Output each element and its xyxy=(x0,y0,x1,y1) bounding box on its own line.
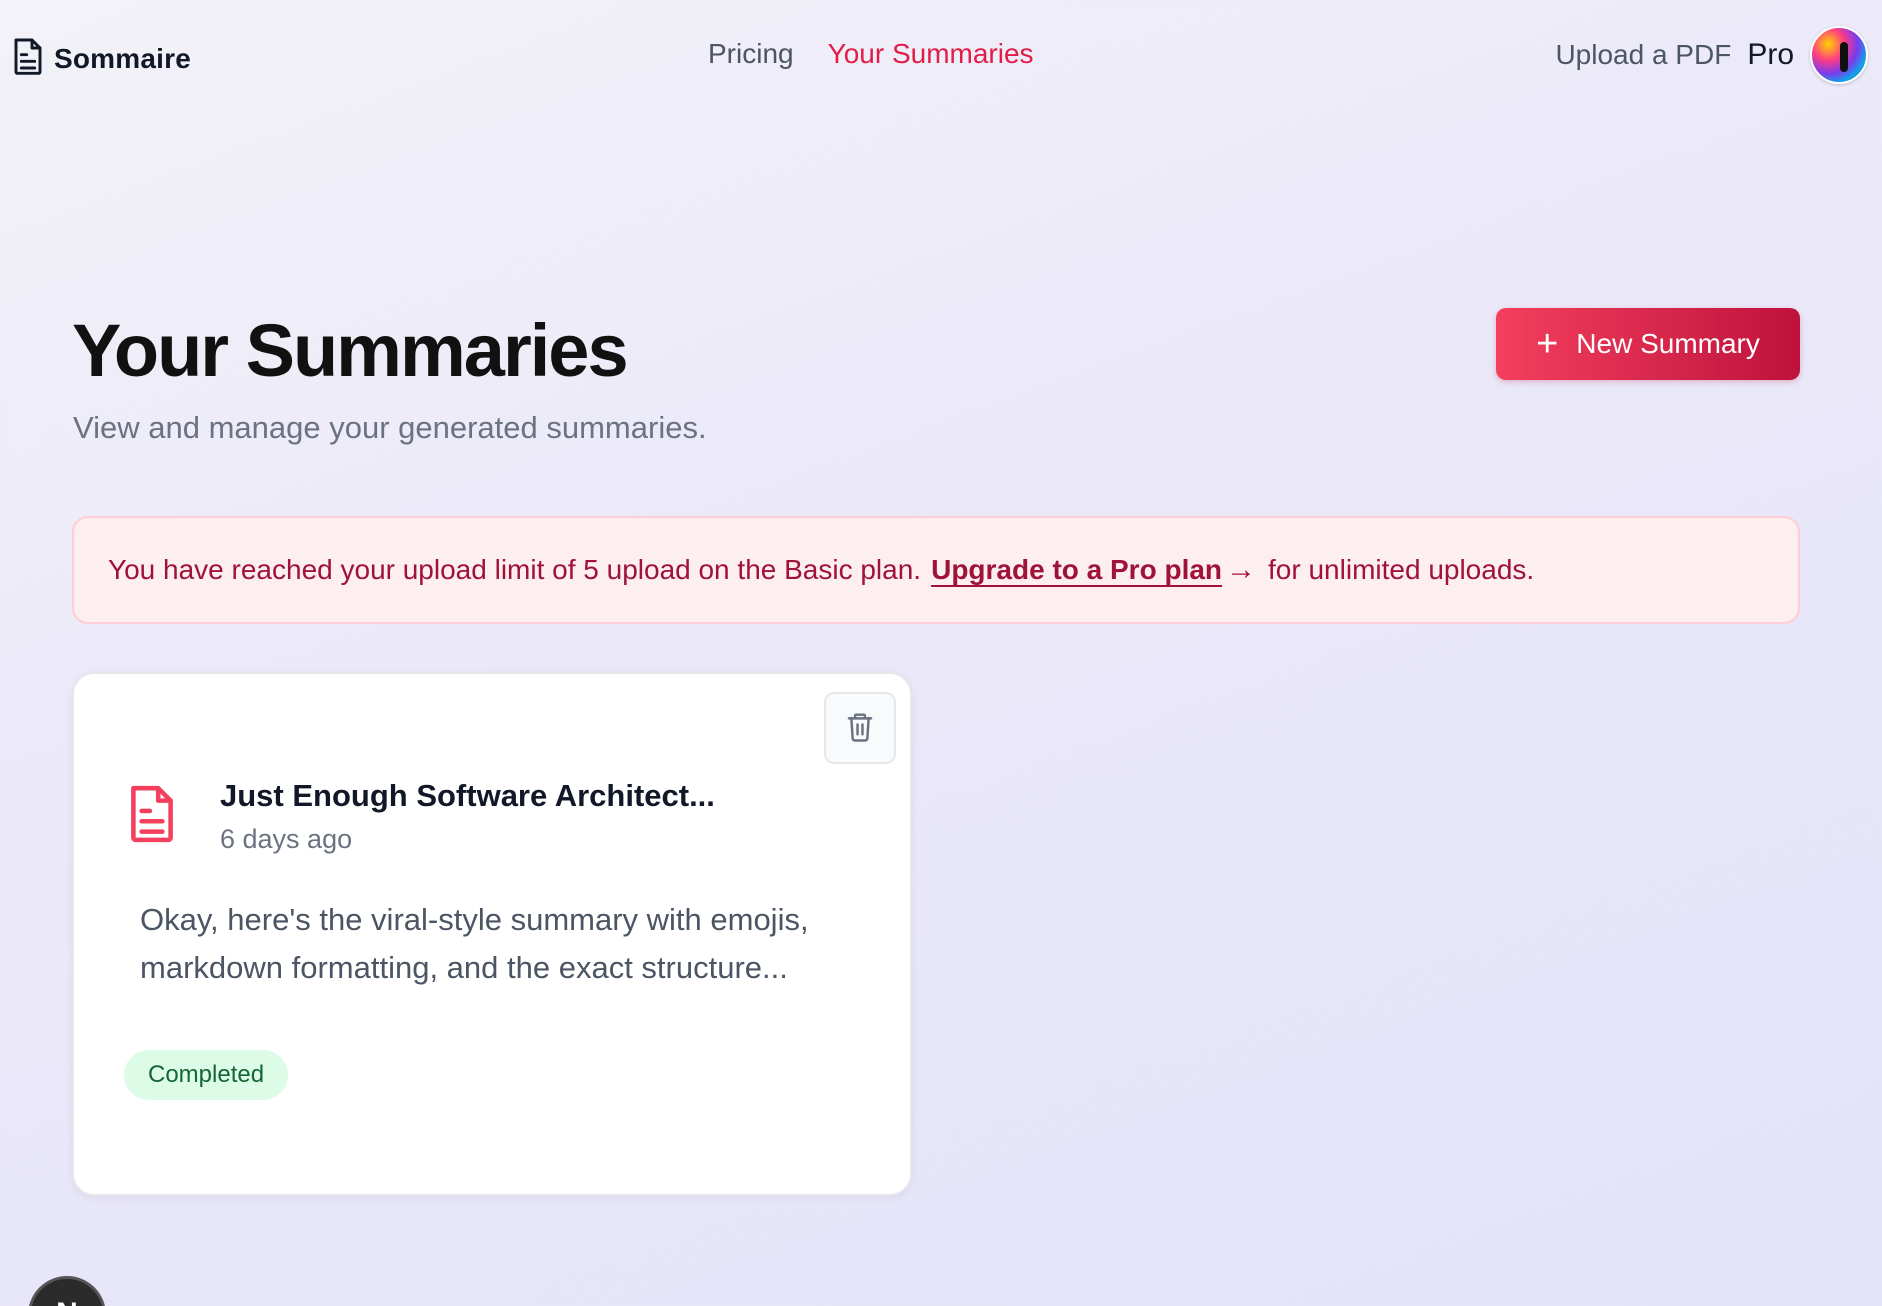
logo-text: Sommaire xyxy=(54,42,191,74)
top-navbar: Sommaire Pricing Your Summaries Upload a… xyxy=(0,0,1882,112)
arrow-right-icon: → xyxy=(1226,553,1257,586)
plan-label: Pro xyxy=(1747,38,1794,71)
trash-icon xyxy=(845,711,875,746)
delete-button[interactable] xyxy=(824,692,896,764)
nav-item-pricing[interactable]: Pricing xyxy=(708,38,794,70)
summary-title[interactable]: Just Enough Software Architect... xyxy=(220,778,715,814)
alert-text: You have reached your upload limit of 5 … xyxy=(108,554,922,585)
new-summary-button[interactable]: + New Summary xyxy=(1496,308,1800,380)
new-summary-label: New Summary xyxy=(1576,328,1760,359)
plus-icon: + xyxy=(1536,323,1559,365)
status-badge: Completed xyxy=(124,1050,289,1100)
summary-card[interactable]: Just Enough Software Architect... 6 days… xyxy=(72,672,912,1196)
alert-text-after: for unlimited uploads. xyxy=(1268,554,1535,585)
file-text-icon xyxy=(12,36,44,81)
upload-limit-alert: You have reached your upload limit of 5 … xyxy=(72,516,1800,624)
nav-item-your-summaries[interactable]: Your Summaries xyxy=(828,38,1034,70)
summary-time: 6 days ago xyxy=(220,824,353,854)
upgrade-link[interactable]: Upgrade to a Pro plan xyxy=(931,554,1222,586)
floating-avatar-button[interactable]: N xyxy=(28,1276,106,1306)
user-avatar[interactable] xyxy=(1810,26,1868,84)
file-text-icon xyxy=(126,782,178,844)
logo-link[interactable]: Sommaire xyxy=(12,36,191,81)
page-title: Your Summaries xyxy=(72,309,629,392)
header-actions: Upload a PDF Pro xyxy=(1555,26,1868,84)
summary-excerpt: Okay, here's the viral-style summary wit… xyxy=(140,902,809,985)
upload-pdf-link[interactable]: Upload a PDF xyxy=(1555,39,1731,71)
page-subtitle: View and manage your generated summaries… xyxy=(73,410,707,445)
main-nav: Pricing Your Summaries xyxy=(708,38,1034,70)
